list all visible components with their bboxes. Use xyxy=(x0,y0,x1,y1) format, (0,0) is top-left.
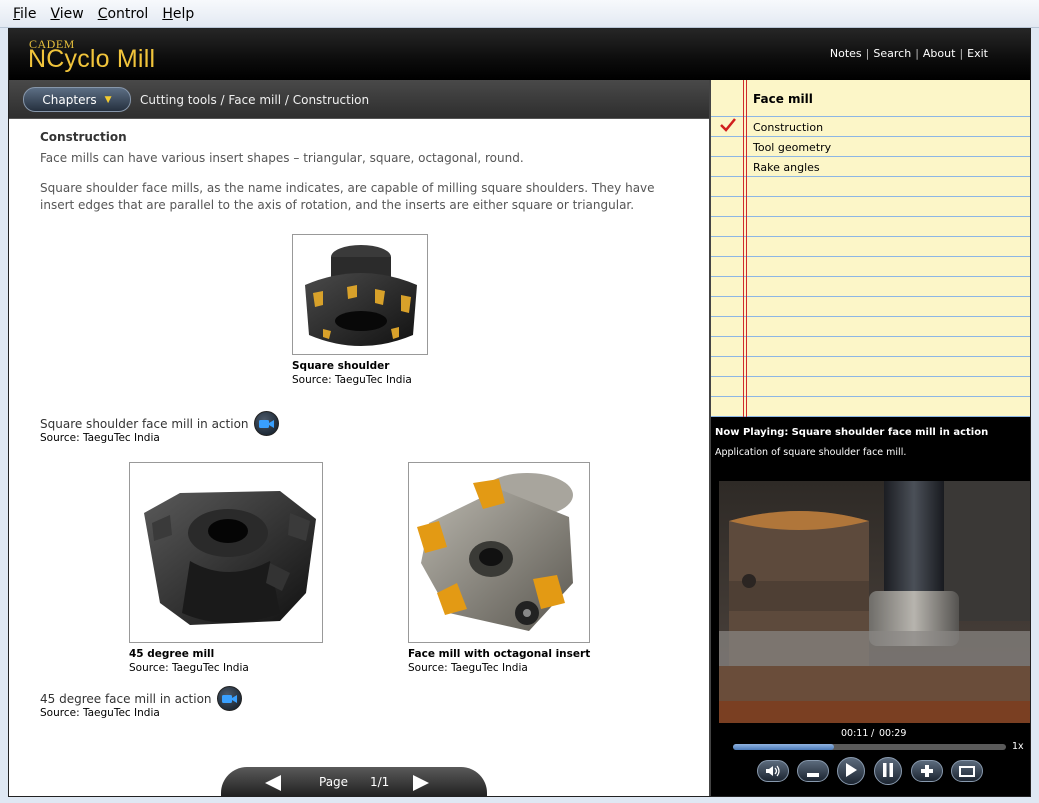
lesson-content: Construction Face mills can have various… xyxy=(9,119,709,796)
margin-line xyxy=(743,80,744,417)
plus-icon xyxy=(921,762,933,781)
notepad-line xyxy=(711,197,1030,217)
notepad-line xyxy=(711,257,1030,277)
check-icon xyxy=(720,117,736,133)
chapters-label: Chapters xyxy=(42,92,97,107)
breadcrumb-bar: Chapters ▼ Cutting tools / Face mill / C… xyxy=(9,80,709,119)
notepad-line xyxy=(711,177,1030,197)
notepad-line xyxy=(711,357,1030,377)
page-title: Construction xyxy=(40,130,127,144)
notepad-line xyxy=(711,397,1030,417)
header-bar: CADEM NCyclo Mill Notes | Search | About | Exi… xyxy=(9,29,1030,80)
now-playing: Now Playing: Square shoulder face mill i… xyxy=(715,427,989,438)
margin-line xyxy=(746,80,747,417)
volume-icon xyxy=(765,762,781,781)
logo-ncyclo-mill: NCyclo Mill xyxy=(28,45,156,73)
duration: 00:29 xyxy=(879,728,907,739)
time-separator: / xyxy=(871,728,875,739)
topic-tool-geometry[interactable]: Tool geometry xyxy=(753,141,831,154)
playback-speed[interactable]: 1x xyxy=(1012,741,1024,752)
fullscreen-icon xyxy=(959,762,975,781)
chevron-down-icon: ▼ xyxy=(104,94,112,105)
volume-button[interactable] xyxy=(757,760,789,782)
notepad-line xyxy=(711,337,1030,357)
notepad-line xyxy=(711,277,1030,297)
chapters-button[interactable]: Chapters ▼ xyxy=(23,87,131,112)
page-number: 1/1 xyxy=(370,775,390,789)
volume-down-button[interactable] xyxy=(797,760,829,782)
app-window: CADEM NCyclo Mill Notes | Search | About | Exi… xyxy=(8,28,1031,797)
seek-progress xyxy=(733,744,834,750)
menu-file[interactable]: File xyxy=(13,6,36,22)
pause-icon xyxy=(882,762,894,781)
video-camera-icon[interactable] xyxy=(216,686,242,711)
figure-caption: 45 degree mill Source: TaeguTec India xyxy=(129,648,249,674)
top-links: Notes | Search | About | Exit xyxy=(830,47,988,60)
action-source: Source: TaeguTec India xyxy=(40,432,160,444)
separator: | xyxy=(865,47,870,60)
topic-list-panel: Face mill Construction Tool geometry Rak… xyxy=(709,80,1030,417)
notepad-line xyxy=(711,317,1030,337)
menu-help[interactable]: Help xyxy=(162,6,194,22)
page-navigator: Page 1/1 xyxy=(221,767,487,796)
separator: | xyxy=(959,47,964,60)
video-player: Now Playing: Square shoulder face mill i… xyxy=(709,417,1030,796)
menu-view[interactable]: View xyxy=(50,6,83,22)
action-source: Source: TaeguTec India xyxy=(40,707,160,719)
prev-page-icon[interactable] xyxy=(263,774,283,792)
paragraph-2: Square shoulder face mills, as the name … xyxy=(40,181,655,212)
play-icon xyxy=(845,762,857,781)
45-degree-mill-image xyxy=(129,462,323,643)
page-label: Page xyxy=(319,775,349,789)
menu-bar: File View Control Help xyxy=(0,0,1039,28)
video-description: Application of square shoulder face mill… xyxy=(715,447,907,458)
search-link[interactable]: Search xyxy=(873,47,911,60)
octagonal-insert-mill-image xyxy=(408,462,590,643)
pause-button[interactable] xyxy=(874,757,902,785)
notepad-line xyxy=(711,237,1030,257)
video-frame[interactable] xyxy=(719,481,1030,723)
current-time: 00:11 xyxy=(841,728,869,739)
notepad-line xyxy=(711,377,1030,397)
separator: | xyxy=(915,47,919,60)
paragraph-1: Face mills can have various insert shape… xyxy=(40,151,524,165)
square-shoulder-image xyxy=(292,234,428,355)
notepad-line xyxy=(711,217,1030,237)
figure-caption: Square shoulder Source: TaeguTec India xyxy=(292,360,412,386)
topic-construction[interactable]: Construction xyxy=(753,121,823,134)
notepad-line xyxy=(711,297,1030,317)
video-camera-icon[interactable] xyxy=(253,411,279,436)
menu-control[interactable]: Control xyxy=(98,6,149,22)
figure-caption: Face mill with octagonal insert Source: … xyxy=(408,648,591,674)
about-link[interactable]: About xyxy=(923,47,956,60)
notes-link[interactable]: Notes xyxy=(830,47,862,60)
volume-up-button[interactable] xyxy=(911,760,943,782)
minus-icon xyxy=(807,762,819,781)
fullscreen-button[interactable] xyxy=(951,760,983,782)
topic-rake-angles[interactable]: Rake angles xyxy=(753,161,820,174)
exit-link[interactable]: Exit xyxy=(967,47,988,60)
play-button[interactable] xyxy=(837,757,865,785)
seek-bar[interactable] xyxy=(733,744,1006,750)
breadcrumb: Cutting tools / Face mill / Construction xyxy=(140,93,370,107)
next-page-icon[interactable] xyxy=(411,774,431,792)
topic-list-title: Face mill xyxy=(753,92,813,106)
